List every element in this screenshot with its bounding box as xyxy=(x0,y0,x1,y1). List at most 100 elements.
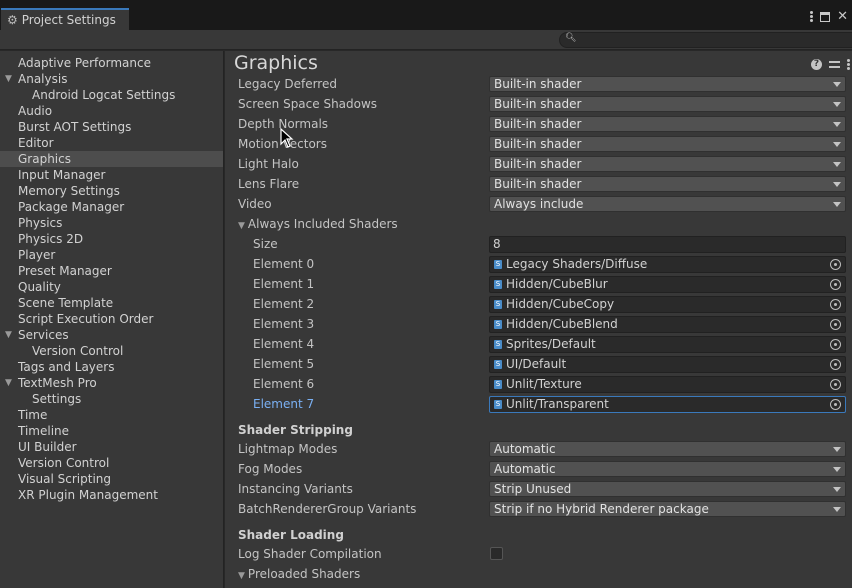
project-settings-tab[interactable]: ⚙ Project Settings xyxy=(1,8,129,30)
sidebar-item[interactable]: Physics 2D xyxy=(0,231,223,247)
sidebar-item[interactable]: UI Builder xyxy=(0,439,223,455)
setting-row: Element 5 S UI/Default xyxy=(225,355,852,375)
sidebar-item[interactable]: Burst AOT Settings xyxy=(0,119,223,135)
preloaded-shaders-foldout[interactable]: ▼ Preloaded Shaders xyxy=(238,567,360,581)
shader-object-field[interactable]: S Unlit/Texture xyxy=(489,376,846,393)
chevron-down-icon xyxy=(833,162,841,167)
sidebar-item[interactable]: Visual Scripting xyxy=(0,471,223,487)
sidebar-item[interactable]: Script Execution Order xyxy=(0,311,223,327)
object-picker-icon[interactable] xyxy=(830,319,841,330)
window-controls: ✕ xyxy=(810,10,848,23)
setting-dropdown[interactable]: Built-in shader xyxy=(489,96,846,112)
shader-object-field[interactable]: S Hidden/CubeCopy xyxy=(489,296,846,313)
sidebar-item[interactable]: Input Manager xyxy=(0,167,223,183)
shader-object-field[interactable]: S Unlit/Transparent xyxy=(489,396,846,413)
sidebar-item[interactable]: Player xyxy=(0,247,223,263)
expand-arrow-icon[interactable]: ▼ xyxy=(5,327,12,343)
sidebar-item[interactable]: Physics xyxy=(0,215,223,231)
object-picker-icon[interactable] xyxy=(830,339,841,350)
shader-object-field[interactable]: S Legacy Shaders/Diffuse xyxy=(489,256,846,273)
shader-object-field[interactable]: S Hidden/CubeBlend xyxy=(489,316,846,333)
shader-name: Unlit/Transparent xyxy=(506,397,609,411)
log-shader-compilation-label: Log Shader Compilation xyxy=(238,547,382,561)
sidebar-item[interactable]: Tags and Layers xyxy=(0,359,223,375)
shader-object-field[interactable]: S UI/Default xyxy=(489,356,846,373)
presets-icon[interactable] xyxy=(829,59,840,70)
dropdown-value: Built-in shader xyxy=(494,97,582,111)
setting-dropdown[interactable]: Built-in shader xyxy=(489,76,846,92)
object-picker-icon[interactable] xyxy=(830,279,841,290)
setting-row: Log Shader Compilation xyxy=(225,545,852,565)
shader-object-field[interactable]: S Hidden/CubeBlur xyxy=(489,276,846,293)
sidebar-item-label: Time xyxy=(18,408,48,422)
setting-row: Lightmap Modes Automatic xyxy=(225,440,852,460)
always-included-shaders-foldout[interactable]: ▼ Always Included Shaders xyxy=(238,217,398,231)
element-label: Element 4 xyxy=(253,337,315,351)
maximize-icon[interactable] xyxy=(820,11,831,22)
sidebar-item[interactable]: Adaptive Performance xyxy=(0,55,223,71)
sidebar-item[interactable]: Settings xyxy=(0,391,223,407)
object-picker-icon[interactable] xyxy=(830,299,841,310)
setting-row: Lens Flare Built-in shader xyxy=(225,175,852,195)
size-field[interactable]: 8 xyxy=(489,236,846,253)
more-options-icon[interactable] xyxy=(847,59,850,70)
sidebar-item[interactable]: Memory Settings xyxy=(0,183,223,199)
element-label: Element 3 xyxy=(253,317,315,331)
sidebar-item[interactable]: Package Manager xyxy=(0,199,223,215)
window-menu-icon[interactable] xyxy=(810,11,814,22)
sidebar-item-label: Preset Manager xyxy=(18,264,112,278)
toolbar: 🔍︎ xyxy=(0,30,852,50)
sidebar-item[interactable]: Android Logcat Settings xyxy=(0,87,223,103)
setting-label: Lens Flare xyxy=(238,177,300,191)
sidebar-item[interactable]: Time xyxy=(0,407,223,423)
object-picker-icon[interactable] xyxy=(830,379,841,390)
setting-row: Element 6 S Unlit/Texture xyxy=(225,375,852,395)
sidebar-item[interactable]: Scene Template xyxy=(0,295,223,311)
setting-dropdown[interactable]: Built-in shader xyxy=(489,156,846,172)
shader-object-field[interactable]: S Sprites/Default xyxy=(489,336,846,353)
sidebar-item[interactable]: XR Plugin Management xyxy=(0,487,223,503)
sidebar-item[interactable]: ▼ TextMesh Pro xyxy=(0,375,223,391)
dropdown-value: Always include xyxy=(494,197,584,211)
search-input[interactable]: 🔍︎ xyxy=(559,32,852,48)
sidebar-item[interactable]: Audio xyxy=(0,103,223,119)
sidebar-item-label: XR Plugin Management xyxy=(18,488,158,502)
sidebar-item[interactable]: Preset Manager xyxy=(0,263,223,279)
foldout-label: Always Included Shaders xyxy=(247,217,398,231)
setting-row: Video Always include xyxy=(225,195,852,215)
setting-dropdown[interactable]: Automatic xyxy=(489,441,846,457)
close-icon[interactable]: ✕ xyxy=(837,10,848,23)
log-shader-compilation-checkbox[interactable] xyxy=(490,547,503,560)
setting-dropdown[interactable]: Built-in shader xyxy=(489,116,846,132)
sidebar-item-label: Services xyxy=(18,328,69,342)
chevron-down-icon xyxy=(833,202,841,207)
help-icon[interactable]: ? xyxy=(811,59,822,70)
setting-row: Shader Loading xyxy=(225,526,852,546)
sidebar-item[interactable]: ▼ Analysis xyxy=(0,71,223,87)
sidebar-item-label: TextMesh Pro xyxy=(18,376,97,390)
sidebar-item[interactable]: Editor xyxy=(0,135,223,151)
expand-arrow-icon[interactable]: ▼ xyxy=(5,71,12,87)
object-picker-icon[interactable] xyxy=(830,359,841,370)
setting-dropdown[interactable]: Automatic xyxy=(489,461,846,477)
shader-icon: S xyxy=(494,300,502,309)
expand-arrow-icon[interactable]: ▼ xyxy=(5,375,12,391)
setting-dropdown[interactable]: Always include xyxy=(489,196,846,212)
object-picker-icon[interactable] xyxy=(830,259,841,270)
sidebar-item[interactable]: Version Control xyxy=(0,455,223,471)
setting-dropdown[interactable]: Built-in shader xyxy=(489,136,846,152)
sidebar-item[interactable]: Timeline xyxy=(0,423,223,439)
setting-dropdown[interactable]: Strip Unused xyxy=(489,481,846,497)
shader-icon: S xyxy=(494,340,502,349)
object-picker-icon[interactable] xyxy=(830,399,841,410)
foldout-label: Preloaded Shaders xyxy=(247,567,361,581)
header-actions: ? xyxy=(811,59,850,70)
sidebar-item[interactable]: ▼ Services xyxy=(0,327,223,343)
sidebar-item[interactable]: Quality xyxy=(0,279,223,295)
setting-dropdown[interactable]: Strip if no Hybrid Renderer package xyxy=(489,501,846,517)
setting-dropdown[interactable]: Built-in shader xyxy=(489,176,846,192)
sidebar-item[interactable]: Version Control xyxy=(0,343,223,359)
sidebar-item[interactable]: Graphics xyxy=(0,151,223,167)
foldout-arrow-icon: ▼ xyxy=(238,221,245,231)
sidebar-item-label: Tags and Layers xyxy=(18,360,115,374)
